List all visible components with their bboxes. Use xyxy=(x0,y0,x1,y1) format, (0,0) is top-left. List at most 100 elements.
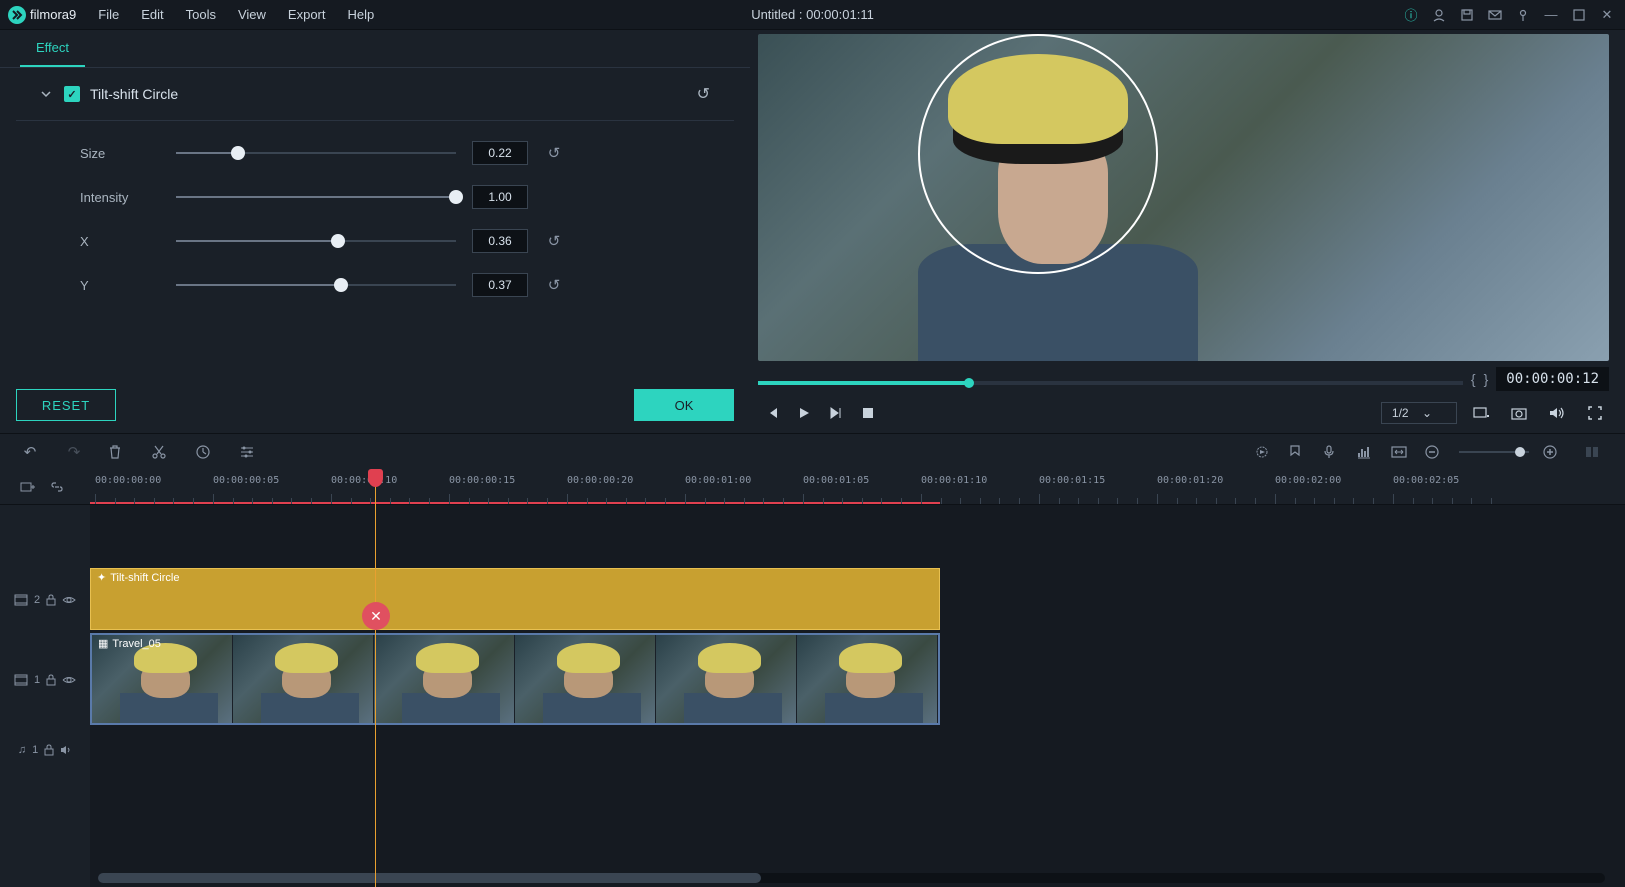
reset-icon[interactable]: ↺ xyxy=(544,276,564,294)
timeline-ruler[interactable]: 00:00:00:0000:00:00:0500:00:00:1000:00:0… xyxy=(90,469,1625,505)
ok-button[interactable]: OK xyxy=(634,389,734,421)
slider-label: X xyxy=(80,234,160,249)
zoom-fit-icon[interactable] xyxy=(1391,446,1411,458)
quality-icon[interactable] xyxy=(1467,401,1495,425)
preview-video[interactable] xyxy=(758,34,1609,361)
lock-icon[interactable] xyxy=(44,744,54,756)
ruler-mark: 00:00:00:20 xyxy=(567,475,633,486)
zoom-in-icon[interactable] xyxy=(1543,445,1563,459)
lock-icon[interactable] xyxy=(46,594,56,606)
track-manager-icon[interactable] xyxy=(1585,445,1605,459)
timeline-content[interactable]: 00:00:00:0000:00:00:0500:00:00:1000:00:0… xyxy=(90,469,1625,887)
close-button[interactable]: ✕ xyxy=(1597,5,1617,25)
lock-icon[interactable] xyxy=(46,674,56,686)
menu-tools[interactable]: Tools xyxy=(176,3,226,26)
undo-icon[interactable]: ↶ xyxy=(20,443,40,461)
menu-help[interactable]: Help xyxy=(338,3,385,26)
effect-header: ✓ Tilt-shift Circle ↺ xyxy=(16,68,734,121)
upload-icon[interactable] xyxy=(1513,5,1533,25)
slider-value-input[interactable]: 0.22 xyxy=(472,141,528,165)
zoom-slider[interactable] xyxy=(1459,451,1529,453)
record-voiceover-icon[interactable] xyxy=(1323,445,1343,459)
clip-video[interactable]: ▦Travel_05 xyxy=(90,633,940,725)
render-icon[interactable] xyxy=(1255,445,1275,459)
collapse-chevron-icon[interactable] xyxy=(40,88,52,100)
maximize-button[interactable] xyxy=(1569,5,1589,25)
preview-scale-select[interactable]: 1/2 ⌄ xyxy=(1381,402,1457,424)
delete-icon[interactable] xyxy=(108,445,128,459)
tilt-shift-circle-overlay[interactable] xyxy=(918,34,1158,274)
reset-icon[interactable]: ↺ xyxy=(544,144,564,162)
track-video[interactable]: ▦Travel_05 xyxy=(90,632,1625,727)
playhead[interactable]: ✕ xyxy=(375,469,376,887)
track-headers: 2 1 ♫ 1 xyxy=(0,469,90,887)
adjust-icon[interactable] xyxy=(240,445,260,459)
slider-label: Y xyxy=(80,278,160,293)
message-icon[interactable] xyxy=(1485,5,1505,25)
ruler-mark: 00:00:02:05 xyxy=(1393,475,1459,486)
slider-value-input[interactable]: 0.37 xyxy=(472,273,528,297)
preview-scrubber[interactable] xyxy=(758,381,1463,385)
marker-icon[interactable] xyxy=(1289,445,1309,459)
eye-icon[interactable] xyxy=(62,595,76,605)
fullscreen-icon[interactable] xyxy=(1581,401,1609,425)
track-audio[interactable] xyxy=(90,727,1625,772)
effect-sliders: Size 0.22 ↺ Intensity 1.00 ↺ X 0.36 ↺ Y … xyxy=(0,121,750,337)
slider-size: Size 0.22 ↺ xyxy=(80,141,710,165)
info-icon[interactable]: ⓘ xyxy=(1401,5,1421,25)
zoom-out-icon[interactable] xyxy=(1425,445,1445,459)
slider-value-input[interactable]: 1.00 xyxy=(472,185,528,209)
track-effect[interactable]: ✦Tilt-shift Circle xyxy=(90,567,1625,632)
play-button[interactable] xyxy=(790,401,818,425)
reset-icon[interactable]: ↺ xyxy=(544,232,564,250)
track-id: 2 xyxy=(34,594,40,606)
mark-in-icon[interactable]: { xyxy=(1471,371,1476,387)
account-icon[interactable] xyxy=(1429,5,1449,25)
app-name: filmora9 xyxy=(30,7,76,22)
menu-export[interactable]: Export xyxy=(278,3,336,26)
slider-value-input[interactable]: 0.36 xyxy=(472,229,528,253)
split-icon[interactable] xyxy=(152,445,172,459)
ruler-mark: 00:00:01:15 xyxy=(1039,475,1105,486)
ruler-mark: 00:00:00:00 xyxy=(95,475,161,486)
ruler-mark: 00:00:01:00 xyxy=(685,475,751,486)
track-header-video: 1 xyxy=(0,632,90,727)
save-icon[interactable] xyxy=(1457,5,1477,25)
clip-effect[interactable]: ✦Tilt-shift Circle xyxy=(90,568,940,630)
speaker-icon[interactable] xyxy=(60,745,72,755)
ruler-mark: 00:00:01:10 xyxy=(921,475,987,486)
slider-x: X 0.36 ↺ xyxy=(80,229,710,253)
preview-timecode[interactable]: 00:00:00:12 xyxy=(1496,367,1609,391)
effect-enabled-checkbox[interactable]: ✓ xyxy=(64,86,80,102)
tab-effect[interactable]: Effect xyxy=(20,30,85,67)
slider-track[interactable] xyxy=(176,240,456,242)
snapshot-icon[interactable] xyxy=(1505,401,1533,425)
menu-edit[interactable]: Edit xyxy=(131,3,173,26)
eye-icon[interactable] xyxy=(62,675,76,685)
next-frame-button[interactable] xyxy=(822,401,850,425)
slider-track[interactable] xyxy=(176,196,456,198)
slider-track[interactable] xyxy=(176,284,456,286)
volume-icon[interactable] xyxy=(1543,401,1571,425)
ruler-mark: 00:00:02:00 xyxy=(1275,475,1341,486)
minimize-button[interactable]: — xyxy=(1541,5,1561,25)
redo-icon[interactable]: ↷ xyxy=(64,443,84,461)
timeline-scrollbar[interactable] xyxy=(98,873,1605,883)
speed-icon[interactable] xyxy=(196,445,216,459)
link-icon[interactable] xyxy=(50,480,70,494)
slider-track[interactable] xyxy=(176,152,456,154)
stop-button[interactable] xyxy=(854,401,882,425)
effect-tab-bar: Effect xyxy=(0,30,750,68)
playhead-remove-icon[interactable]: ✕ xyxy=(362,602,390,630)
app-logo: filmora9 xyxy=(8,6,76,24)
menu-view[interactable]: View xyxy=(228,3,276,26)
mark-out-icon[interactable]: } xyxy=(1484,371,1489,387)
add-track-icon[interactable] xyxy=(20,480,40,494)
menu-file[interactable]: File xyxy=(88,3,129,26)
slider-y: Y 0.37 ↺ xyxy=(80,273,710,297)
ruler-mark: 00:00:01:05 xyxy=(803,475,869,486)
reset-effect-icon[interactable]: ↺ xyxy=(697,84,710,104)
audio-mixer-icon[interactable] xyxy=(1357,445,1377,459)
reset-button[interactable]: RESET xyxy=(16,389,116,421)
prev-frame-button[interactable] xyxy=(758,401,786,425)
